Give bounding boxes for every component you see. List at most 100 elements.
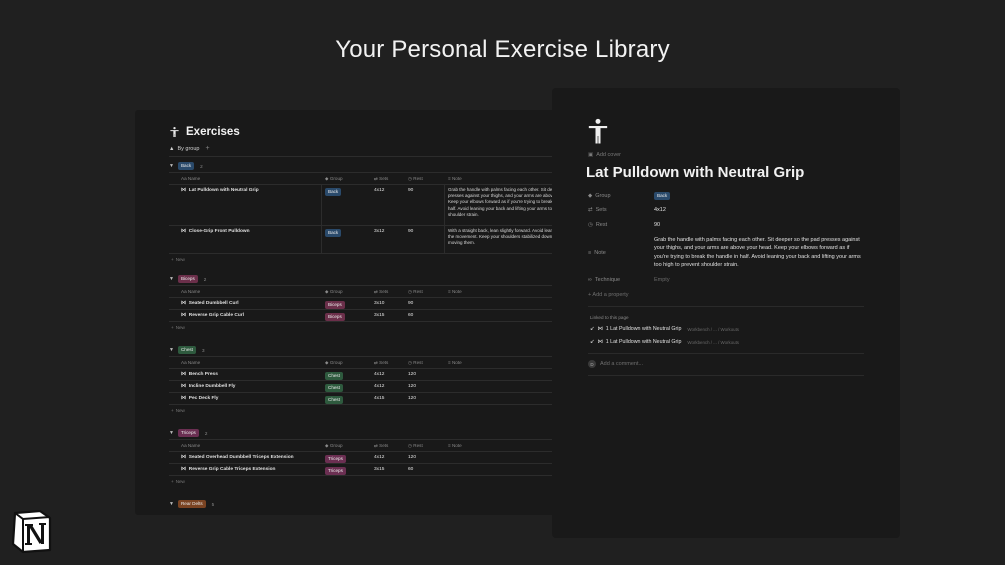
column-header-row: Aa Name ◆ Group ⇄ Sets ◷ Rest ≡ Note — [169, 172, 575, 185]
group-header[interactable]: ▼ Triceps 2 — [169, 427, 575, 439]
col-sets[interactable]: ⇄ Sets — [374, 176, 388, 182]
table-row[interactable]: ⋈ Reverse Grip Cable Curl Biceps 3x15 60 — [169, 310, 575, 322]
database-header: Exercises — [169, 126, 240, 138]
group-header[interactable]: ▼ Chest 3 — [169, 344, 575, 356]
table-row[interactable]: ⋈ Close-Grip Front Pulldown Back 3x12 90 … — [169, 226, 575, 254]
group-count: 3 — [201, 347, 205, 353]
group-header[interactable]: ▼ Biceps 2 — [169, 273, 575, 285]
col-rest[interactable]: ◷ Rest — [408, 176, 423, 182]
group-biceps: ▼ Biceps 2 Aa Name ◆ Group ⇄ Sets ◷ Rest… — [169, 273, 575, 332]
toggle-down-icon[interactable]: ▼ — [169, 501, 174, 507]
sets-property-icon: ⇄ — [588, 207, 593, 214]
group-count: 2 — [200, 163, 203, 169]
group-header[interactable]: ▼ Back 2 — [169, 160, 575, 172]
database-title: Exercises — [186, 126, 240, 138]
column-header-row: Aa Name ◆ Group ⇄ Sets ◷ Rest ≡ Note — [169, 285, 575, 298]
group-header[interactable]: ▼ Rear Delts 5 — [169, 498, 575, 510]
view-tab-by-group[interactable]: ▲ By group + — [169, 145, 210, 152]
col-group[interactable]: ◆ Group — [325, 176, 343, 182]
toggle-down-icon[interactable]: ▼ — [169, 276, 174, 282]
group-chest: ▼ Chest 3 Aa Name ◆ Group ⇄ Sets ◷ Rest … — [169, 344, 575, 415]
text-property-icon: ≡ — [588, 249, 592, 256]
table-row[interactable]: ⋈ Seated Dumbbell Curl Biceps 3x10 90 — [169, 298, 575, 310]
backlink-arrow-icon: ↙ — [590, 339, 595, 345]
col-rest[interactable]: ◷ Rest — [408, 360, 423, 366]
backlink-arrow-icon: ↙ — [590, 326, 595, 332]
new-row-button[interactable]: + New — [169, 476, 575, 486]
col-name[interactable]: Aa Name — [181, 176, 200, 181]
toggle-down-icon[interactable]: ▼ — [169, 163, 174, 169]
person-icon[interactable] — [588, 118, 608, 144]
new-row-button[interactable]: + New — [169, 254, 575, 264]
col-rest[interactable]: ◷ Rest — [408, 289, 423, 295]
row-sets: 4x12 — [374, 188, 385, 193]
group-rear-delts: ▼ Rear Delts 5 — [169, 498, 575, 510]
table-row[interactable]: ⋈ Incline Dumbbell Fly Chest 4x12 120 — [169, 381, 575, 393]
page-headline: Your Personal Exercise Library — [335, 36, 670, 63]
divider — [169, 156, 575, 157]
person-icon: ⋈ — [181, 188, 186, 193]
col-sets[interactable]: ⇄ Sets — [374, 443, 388, 449]
group-tag: Chest — [177, 346, 196, 354]
col-group[interactable]: ◆ Group — [325, 443, 343, 449]
group-tag: Back — [325, 229, 342, 237]
table-row[interactable]: ⋈ Lat Pulldown with Neutral Grip Back 4x1… — [169, 185, 575, 226]
col-rest[interactable]: ◷ Rest — [408, 443, 423, 449]
row-rest: 90 — [408, 188, 414, 193]
divider — [588, 375, 864, 376]
group-tag: Rear Delts — [177, 500, 206, 508]
add-view-button[interactable]: + — [205, 145, 209, 152]
group-count: 2 — [204, 430, 208, 436]
group-count: 5 — [211, 501, 215, 507]
notion-logo-icon — [10, 510, 53, 554]
view-label: By group — [177, 145, 200, 152]
table-row[interactable]: ⋈ Seated Overhead Dumbbell Triceps Extens… — [169, 452, 575, 464]
new-row-button[interactable]: + New — [169, 405, 575, 415]
prop-note[interactable]: ≡ Note Grab the handle with palms facing … — [588, 236, 864, 270]
linked-item[interactable]: ↙ ⋈ 1 Lat Pulldown with Neutral Grip Workb… — [590, 339, 739, 345]
toggle-down-icon[interactable]: ▼ — [169, 430, 174, 436]
image-icon: ▣ — [588, 152, 594, 158]
col-note[interactable]: ≡ Note — [448, 289, 462, 294]
group-tag: Back — [177, 162, 195, 170]
table-row[interactable]: ⋈ Bench Press Chest 4x12 120 — [169, 369, 575, 381]
table-row[interactable]: ⋈ Pec Deck Fly Chest 4x15 120 — [169, 393, 575, 405]
row-rest: 90 — [408, 229, 414, 234]
clock-icon: ◷ — [588, 222, 593, 229]
comment-input[interactable]: D Add a comment... — [588, 360, 643, 368]
page-title[interactable]: Lat Pulldown with Neutral Grip — [586, 164, 804, 181]
col-note[interactable]: ≡ Note — [448, 176, 462, 181]
group-tag: Back — [325, 188, 342, 196]
new-row-button[interactable]: + New — [169, 322, 575, 332]
add-property-button[interactable]: + Add a property — [588, 292, 629, 298]
col-sets[interactable]: ⇄ Sets — [374, 289, 388, 295]
col-group[interactable]: ◆ Group — [325, 360, 343, 366]
linked-label: Linked to this page — [590, 315, 629, 320]
toggle-down-icon[interactable]: ▼ — [169, 347, 174, 353]
prop-technique[interactable]: ∞ Technique Empty — [588, 276, 864, 284]
database-window: Exercises ▲ By group + ▼ Back 2 Aa Name … — [135, 110, 575, 515]
col-note[interactable]: ≡ Note — [448, 360, 462, 365]
table-row[interactable]: ⋈ Reverse Grip Cable Triceps Extension Tr… — [169, 464, 575, 476]
linked-item[interactable]: ↙ ⋈ 1 Lat Pulldown with Neutral Grip Workb… — [590, 326, 739, 332]
prop-group[interactable]: ◆ Group Back — [588, 192, 864, 200]
prop-sets[interactable]: ⇄ Sets 4x12 — [588, 206, 864, 214]
divider — [588, 306, 864, 307]
col-name[interactable]: Aa Name — [181, 443, 200, 448]
page-window: ▣ Add cover Lat Pulldown with Neutral Gri… — [552, 88, 900, 538]
col-name[interactable]: Aa Name — [181, 360, 200, 365]
prop-rest[interactable]: ◷ Rest 90 — [588, 221, 864, 229]
col-sets[interactable]: ⇄ Sets — [374, 360, 388, 366]
avatar: D — [588, 360, 596, 368]
person-icon: ⋈ — [181, 229, 186, 234]
divider — [588, 353, 864, 354]
col-group[interactable]: ◆ Group — [325, 289, 343, 295]
group-back: ▼ Back 2 Aa Name ◆ Group ⇄ Sets ◷ Rest ≡… — [169, 160, 575, 264]
col-note[interactable]: ≡ Note — [448, 443, 462, 448]
group-tag: Biceps — [177, 275, 198, 283]
row-name: Close-Grip Front Pulldown — [188, 229, 250, 234]
group-count: 2 — [203, 276, 207, 282]
col-name[interactable]: Aa Name — [181, 289, 200, 294]
person-icon — [169, 126, 180, 138]
add-cover-button[interactable]: ▣ Add cover — [588, 152, 621, 158]
